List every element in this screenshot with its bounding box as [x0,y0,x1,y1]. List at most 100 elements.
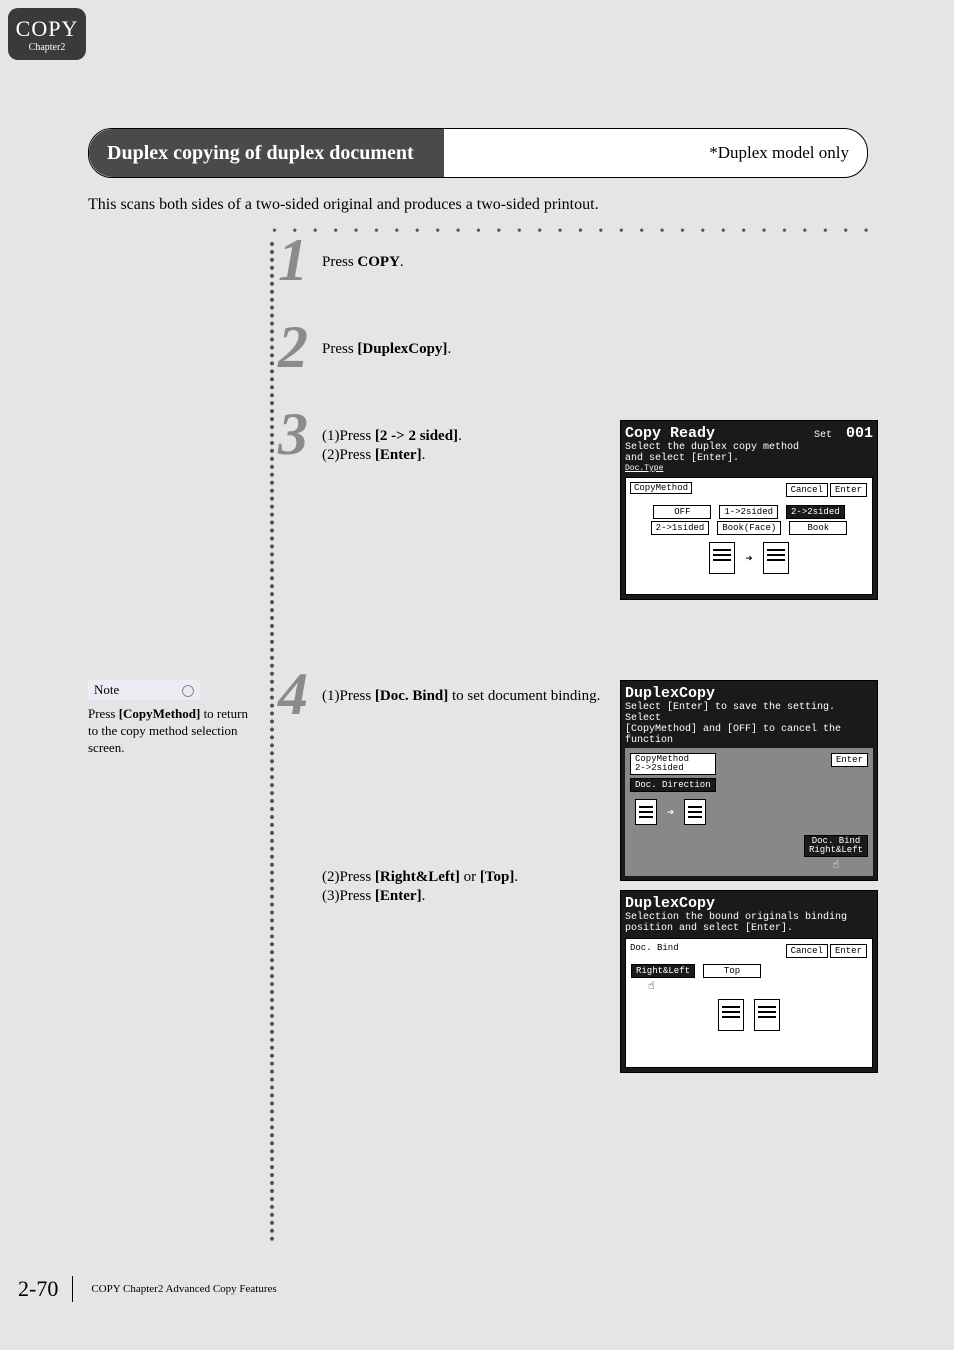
step-1-number: 1 [278,226,308,295]
screen-msg: [CopyMethod] and [OFF] to cancel the fun… [625,724,873,746]
opt-book-face[interactable]: Book(Face) [717,521,781,535]
step-3-number: 3 [278,400,308,469]
page-icon [718,999,744,1031]
opt-1-2[interactable]: 1->2sided [719,505,778,519]
enter-button[interactable]: Enter [830,483,867,497]
step-2-number: 2 [278,313,308,382]
screen-msg: Selection the bound originals binding [625,912,873,923]
key: [Doc. Bind] [375,688,448,704]
cancel-button[interactable]: Cancel [786,944,828,958]
key: [2 -> 2 sided] [375,428,458,444]
tab-subtitle: Chapter2 [29,42,66,53]
arrow-icon: ➔ [745,551,752,566]
intro-text: This scans both sides of a two-sided ori… [88,196,868,214]
opt-off[interactable]: OFF [653,505,711,519]
footer: 2-70 COPY Chapter2 Advanced Copy Feature… [18,1276,277,1302]
page-number: 2-70 [18,1276,58,1302]
text: to set document binding. [448,688,600,704]
text: . [447,341,451,357]
enter-button[interactable]: Enter [831,753,868,767]
footer-text: COPY Chapter2 Advanced Copy Features [91,1283,276,1295]
hand-icon: ☝ [803,858,869,872]
section-title: Duplex copying of duplex document [89,129,444,177]
page: COPY Chapter2 Duplex copying of duplex d… [0,0,954,1350]
section-header: Duplex copying of duplex document *Duple… [88,128,868,178]
key: [Right&Left] [375,869,460,885]
doc-direction-button[interactable]: Doc. Direction [630,778,716,792]
step-2-body: Press [DuplexCopy]. [322,333,612,360]
copy-count: 001 [846,425,873,442]
text: . [400,254,404,270]
screen-panel: CopyMethod CancelEnter OFF 1->2sided 2->… [625,477,873,595]
panel-title: CopyMethod [630,482,692,494]
opt-top[interactable]: Top [703,964,761,978]
set-label: Set [814,430,832,441]
text: . [422,888,426,904]
enter-button[interactable]: Enter [830,944,867,958]
text: (3)Press [322,888,375,904]
step-4-number: 4 [278,660,308,729]
opt-book[interactable]: Book [789,521,847,535]
section-note: *Duplex model only [709,143,867,163]
dotted-rule: • • • • • • • • • • • • • • • • • • • • … [88,224,868,238]
page-icon [635,799,657,825]
arrow-icon: ➔ [667,805,674,820]
doc-type: Doc.Type [625,464,873,473]
page-icon [763,542,789,574]
opt-2-1[interactable]: 2->1sided [651,521,710,535]
doc-bind-button[interactable]: Doc. Bind Right&Left [804,835,868,857]
key: [CopyMethod] [119,706,201,721]
step-1: 1 Press COPY. [88,246,868,273]
screen-msg: Select [Enter] to save the setting. Sele… [625,702,873,724]
step-4-body: (1)Press [Doc. Bind] to set document bin… [322,680,602,907]
step-2: 2 Press [DuplexCopy]. [88,333,868,360]
step-1-body: Press COPY. [322,246,612,273]
cancel-button[interactable]: Cancel [786,483,828,497]
note-label: Note [88,680,200,700]
opt-right-left[interactable]: Right&Left [631,964,695,978]
text: COPY Chapter2 Advanced Copy Features [91,1283,276,1295]
key: COPY [357,254,400,270]
note-text: Press [CopyMethod] to return to the copy… [88,706,248,757]
screen-duplex-settings: DuplexCopy Select [Enter] to save the se… [620,680,878,881]
text: . [422,447,426,463]
screen-title: Copy Ready [625,425,715,442]
page-icon [754,999,780,1031]
screen-doc-bind: DuplexCopy Selection the bound originals… [620,890,878,1073]
text: Press [322,254,357,270]
text: (1)Press [322,688,375,704]
step-4: Note Press [CopyMethod] to return to the… [88,680,868,1100]
step-3-body: (1)Press [2 -> 2 sided]. (2)Press [Enter… [322,420,612,466]
steps: 1 Press COPY. 2 Press [DuplexCopy]. 3 (1… [88,246,868,1100]
text: (2)Press [322,447,375,463]
key: [Enter] [375,447,422,463]
screen-diagram: ➔ [635,799,869,825]
note-label-text: Note [94,682,119,697]
screen-diagram: ➔ [630,542,868,574]
screen-body: CopyMethod 2->2sided Doc. Direction Ente… [625,748,873,876]
screen-msg: and select [Enter]. [625,453,873,464]
hand-icon: ☝ [648,979,868,993]
content: Duplex copying of duplex document *Duple… [88,128,868,1160]
opt-2-2[interactable]: 2->2sided [786,505,845,519]
screen-title: DuplexCopy [625,685,873,702]
text: . [514,869,518,885]
screen-panel: Doc. Bind CancelEnter Right&Left Top ☝ [625,938,873,1068]
screen-msg: position and select [Enter]. [625,923,873,934]
key: [Top] [480,869,514,885]
text: Right&Left [809,846,863,855]
key: [DuplexCopy] [357,341,447,357]
screen-diagram [630,999,868,1031]
copymethod-button[interactable]: CopyMethod 2->2sided [630,753,716,775]
key: [Enter] [375,888,422,904]
text: (1)Press [322,428,375,444]
text: 2->2sided [635,764,711,773]
screen-title: DuplexCopy [625,895,873,912]
text: Press [88,706,119,721]
text: or [460,869,480,885]
text: (2)Press [322,869,375,885]
screen-copy-ready: Copy Ready Set 001 Select the duplex cop… [620,420,878,600]
chapter-tab: COPY Chapter2 [8,8,86,60]
text: Press [322,341,357,357]
page-icon [709,542,735,574]
